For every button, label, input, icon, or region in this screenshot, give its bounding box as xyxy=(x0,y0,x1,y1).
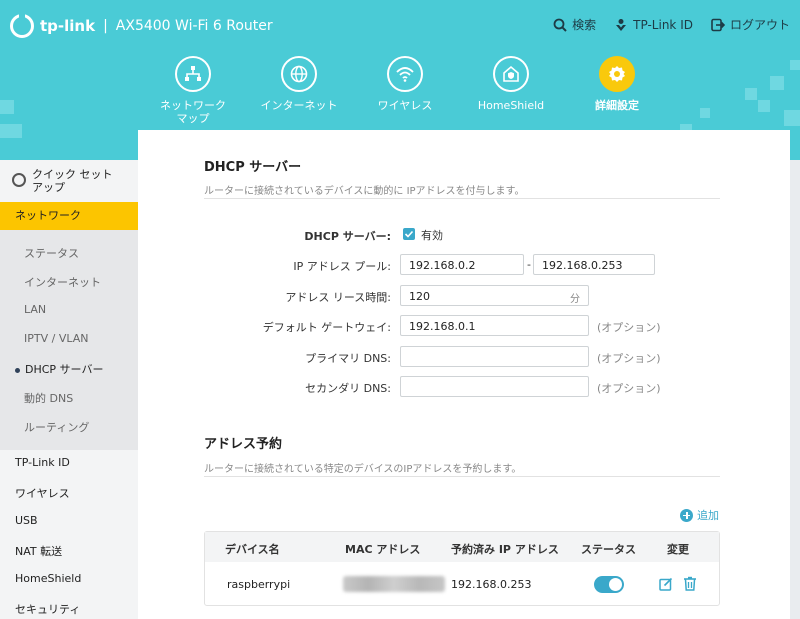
sidebar-item-quick-setup[interactable]: クイック セット アップ xyxy=(0,166,138,202)
sidebar-item-wireless[interactable]: ワイヤレス xyxy=(15,485,70,501)
main-nav: ネットワーク マップ インターネット ワイヤレス HomeShield 詳細設定 xyxy=(140,56,670,125)
edit-icon[interactable] xyxy=(659,577,673,591)
nav-homeshield-label: HomeShield xyxy=(477,99,545,112)
nav-homeshield[interactable]: HomeShield xyxy=(458,56,564,125)
add-reservation-button[interactable]: 追加 xyxy=(680,507,719,523)
tplink-id-icon xyxy=(616,18,627,31)
dhcp-section-title: DHCP サーバー xyxy=(204,160,302,175)
reservation-table-header: デバイス名 MAC アドレス 予約済み IP アドレス ステータス 変更 xyxy=(205,532,719,562)
col-modify: 変更 xyxy=(667,543,689,556)
nav-network-map-label: ネットワーク マップ xyxy=(160,99,226,125)
primary-dns-input[interactable] xyxy=(400,346,589,367)
sidebar-subitem-lan[interactable]: LAN xyxy=(24,303,46,316)
check-icon xyxy=(404,230,414,238)
sidebar-item-usb[interactable]: USB xyxy=(15,514,38,527)
lease-time-value: 120 xyxy=(409,290,430,303)
primary-dns-label: プライマリ DNS: xyxy=(305,352,391,365)
sidebar-subitem-ddns[interactable]: 動的 DNS xyxy=(24,390,73,406)
col-device-name: デバイス名 xyxy=(225,543,280,556)
main-content: DHCP サーバー ルーターに接続されているデバイスに動的に IPアドレスを付与… xyxy=(138,130,790,619)
default-gateway-label: デフォルト ゲートウェイ: xyxy=(262,321,391,334)
dhcp-server-label: DHCP サーバー: xyxy=(304,230,391,243)
nav-internet-label: インターネット xyxy=(260,99,338,112)
reservation-divider xyxy=(204,476,720,477)
logout-label: ログアウト xyxy=(729,18,790,32)
ip-pool-label: IP アドレス プール: xyxy=(293,260,391,273)
tplink-logo-icon xyxy=(10,14,34,38)
ip-pool-dash: - xyxy=(527,258,531,271)
tplink-logo: tp-link | AX5400 Wi-Fi 6 Router xyxy=(10,14,273,38)
col-reserved-ip: 予約済み IP アドレス xyxy=(451,543,559,556)
reservation-table: デバイス名 MAC アドレス 予約済み IP アドレス ステータス 変更 ras… xyxy=(204,531,720,606)
active-bullet-icon xyxy=(15,367,20,373)
gear-icon xyxy=(599,56,635,92)
dhcp-enable-checkbox[interactable] xyxy=(403,228,415,240)
search-icon xyxy=(553,18,567,32)
nav-network-map[interactable]: ネットワーク マップ xyxy=(140,56,246,125)
row-device-name: raspberrypi xyxy=(227,578,291,591)
logout-icon xyxy=(711,18,725,31)
sidebar-subitem-internet[interactable]: インターネット xyxy=(24,274,101,290)
sidebar-item-security[interactable]: セキュリティ xyxy=(15,601,80,617)
brand-separator: | xyxy=(103,18,108,34)
lease-time-input[interactable]: 120 分 xyxy=(400,285,589,306)
lease-time-label: アドレス リース時間: xyxy=(285,291,391,304)
brand-name: tp-link xyxy=(40,17,96,35)
sidebar-item-network[interactable]: ネットワーク xyxy=(0,202,138,230)
sidebar-item-homeshield[interactable]: HomeShield xyxy=(15,572,81,585)
secondary-dns-label: セカンダリ DNS: xyxy=(305,382,391,395)
quick-setup-icon xyxy=(12,173,26,187)
tplink-id-link[interactable]: TP-Link ID xyxy=(614,16,693,33)
default-gateway-input[interactable]: 192.168.0.1 xyxy=(400,315,589,336)
ip-pool-end-input[interactable]: 192.168.0.253 xyxy=(533,254,655,275)
nav-advanced[interactable]: 詳細設定 xyxy=(564,56,670,125)
sidebar-item-quick-setup-label: クイック セット アップ xyxy=(32,168,113,194)
globe-icon xyxy=(281,56,317,92)
sidebar-item-network-label: ネットワーク xyxy=(15,209,81,222)
home-shield-icon xyxy=(493,56,529,92)
row-reserved-ip: 192.168.0.253 xyxy=(451,578,532,591)
dhcp-divider xyxy=(204,198,720,199)
wifi-icon xyxy=(387,56,423,92)
sidebar-subitem-dhcp-server-label: DHCP サーバー xyxy=(25,363,104,376)
secondary-dns-optional-label: (オプション) xyxy=(597,382,661,395)
secondary-dns-input[interactable] xyxy=(400,376,589,397)
row-mac-address-blurred xyxy=(343,576,445,592)
nav-wireless[interactable]: ワイヤレス xyxy=(352,56,458,125)
sidebar-item-nat[interactable]: NAT 転送 xyxy=(15,543,62,559)
dhcp-enable-label: 有効 xyxy=(421,229,443,242)
search-label: 検索 xyxy=(572,18,597,32)
tplink-id-label: TP-Link ID xyxy=(633,17,693,32)
dhcp-section-desc: ルーターに接続されているデバイスに動的に IPアドレスを付与します。 xyxy=(204,186,525,197)
nav-wireless-label: ワイヤレス xyxy=(377,99,433,112)
nav-advanced-label: 詳細設定 xyxy=(595,99,639,112)
primary-dns-optional-label: (オプション) xyxy=(597,352,661,365)
sidebar-item-tplink-id[interactable]: TP-Link ID xyxy=(15,456,70,469)
trash-icon[interactable] xyxy=(683,576,697,591)
network-map-icon xyxy=(175,56,211,92)
logout-link[interactable]: ログアウト xyxy=(711,16,790,33)
sidebar-subitem-dhcp-server[interactable]: DHCP サーバー xyxy=(15,361,103,377)
ip-pool-start-input[interactable]: 192.168.0.2 xyxy=(400,254,524,275)
lease-time-unit: 分 xyxy=(570,294,580,305)
router-model: AX5400 Wi-Fi 6 Router xyxy=(115,18,273,34)
reservation-section-title: アドレス予約 xyxy=(204,437,283,452)
add-icon xyxy=(680,508,693,522)
row-status-toggle[interactable] xyxy=(594,576,624,593)
gateway-optional-label: (オプション) xyxy=(597,321,661,334)
col-mac-address: MAC アドレス xyxy=(345,543,421,556)
nav-internet[interactable]: インターネット xyxy=(246,56,352,125)
add-reservation-label: 追加 xyxy=(697,509,719,522)
sidebar-subitem-status[interactable]: ステータス xyxy=(24,245,79,261)
sidebar-subitem-routing[interactable]: ルーティング xyxy=(24,419,89,435)
search-link[interactable]: 検索 xyxy=(553,16,596,33)
sidebar-submenu-network: ステータス インターネット LAN IPTV / VLAN DHCP サーバー … xyxy=(0,230,138,450)
sidebar: クイック セット アップ ネットワーク ステータス インターネット LAN IP… xyxy=(0,160,138,619)
sidebar-subitem-iptv-vlan[interactable]: IPTV / VLAN xyxy=(24,332,88,345)
col-status: ステータス xyxy=(581,543,636,556)
reservation-section-desc: ルーターに接続されている特定のデバイスのIPアドレスを予約します。 xyxy=(204,464,522,475)
